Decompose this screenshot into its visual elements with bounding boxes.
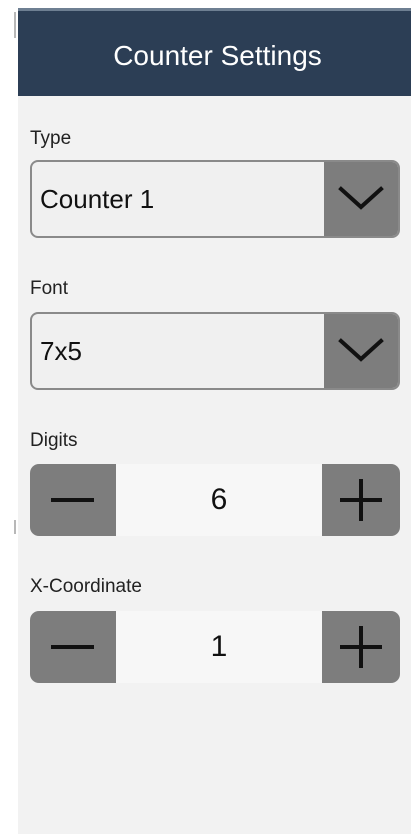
panel-title: Counter Settings: [113, 39, 322, 71]
x-coordinate-value[interactable]: 1: [116, 611, 322, 683]
x-coordinate-decrement-button[interactable]: [30, 611, 116, 683]
digits-decrement-button[interactable]: [30, 464, 116, 536]
minus-icon: [51, 498, 94, 502]
minus-icon: [51, 645, 94, 649]
digits-value[interactable]: 6: [116, 464, 322, 536]
edge-mark-middle: [14, 520, 16, 534]
x-coordinate-stepper: 1: [30, 611, 400, 683]
chevron-down-icon: [338, 338, 384, 362]
x-coordinate-increment-button[interactable]: [322, 611, 400, 683]
plus-icon: [340, 626, 382, 668]
type-dropdown-button[interactable]: [324, 162, 398, 236]
digits-stepper: 6: [30, 464, 400, 536]
digits-increment-button[interactable]: [322, 464, 400, 536]
type-select[interactable]: Counter 1: [30, 160, 400, 238]
type-select-value: Counter 1: [40, 184, 155, 214]
x-coordinate-label: X-Coordinate: [30, 576, 142, 597]
edge-mark-top: [14, 12, 16, 38]
font-select-value: 7x5: [40, 336, 82, 366]
type-label: Type: [30, 128, 72, 149]
font-label: Font: [30, 278, 69, 299]
font-select[interactable]: 7x5: [30, 312, 400, 390]
counter-settings-panel: Counter Settings Type Counter 1 Font 7x5…: [18, 8, 411, 834]
chevron-down-icon: [338, 186, 384, 210]
plus-icon: [340, 479, 382, 521]
digits-label: Digits: [30, 430, 78, 451]
panel-header: Counter Settings: [18, 8, 411, 96]
font-dropdown-button[interactable]: [324, 314, 398, 388]
